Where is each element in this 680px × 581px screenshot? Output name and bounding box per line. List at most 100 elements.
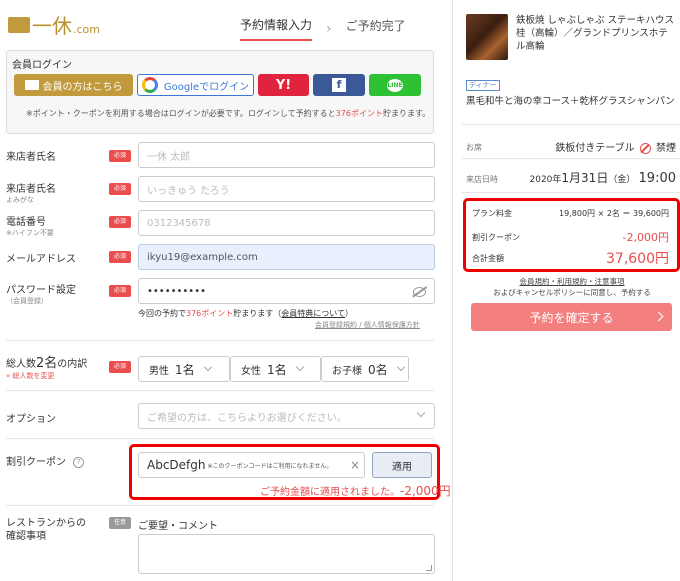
line-login-button[interactable]: LINE bbox=[369, 74, 421, 96]
password-note-points: 376ポイント bbox=[186, 309, 234, 318]
kana-label: 来店者氏名 よみがな bbox=[6, 180, 56, 205]
member-login-button[interactable]: 会員の方はこちら bbox=[14, 74, 133, 96]
confirm-button-label: 予約を確定する bbox=[529, 310, 614, 325]
yahoo-icon: Y! bbox=[275, 77, 292, 93]
facebook-icon: f bbox=[332, 78, 346, 92]
party-label: 総人数2名の内訳 » 総人数を変更 bbox=[6, 352, 87, 381]
password-sublabel: （会員登録） bbox=[6, 297, 48, 305]
divider bbox=[6, 505, 434, 506]
coupon-error-note: ※このクーポンコードはご利用になれません。 bbox=[207, 462, 333, 470]
required-badge: 必須 bbox=[109, 285, 131, 297]
required-badge: 必須 bbox=[109, 216, 131, 228]
password-note-prefix: 今回の予約で bbox=[138, 309, 186, 318]
coupon-applied-text: ご予約金額に適用されました。 bbox=[260, 487, 400, 498]
male-label: 男性 bbox=[149, 365, 169, 377]
required-badge: 必須 bbox=[109, 150, 131, 162]
female-label: 女性 bbox=[241, 365, 261, 377]
dinner-tag: ディナー bbox=[466, 80, 500, 91]
coupon-value: AbcDefgh bbox=[147, 458, 206, 472]
password-label: パスワード設定 （会員登録） bbox=[6, 281, 76, 306]
confirm-reservation-button[interactable]: 予約を確定する bbox=[471, 303, 672, 331]
phone-label: 電話番号 ※ハイフン不要 bbox=[6, 213, 54, 238]
required-badge: 必須 bbox=[109, 361, 131, 373]
resize-handle-icon[interactable] bbox=[426, 565, 432, 571]
ikyu-logo[interactable]: 一休 .com bbox=[8, 10, 100, 39]
smoking-status: 禁煙 bbox=[656, 143, 676, 154]
no-smoking-icon bbox=[639, 142, 651, 154]
male-value: 1名 bbox=[175, 362, 195, 377]
divider bbox=[6, 340, 434, 341]
comment-title: ご要望・コメント bbox=[138, 521, 218, 532]
change-party-link[interactable]: » 総人数を変更 bbox=[6, 371, 87, 381]
date-weekday: （金） bbox=[608, 175, 636, 185]
google-login-button[interactable]: Googleでログイン bbox=[137, 74, 254, 96]
comment-label: レストランからの 確認事項 bbox=[6, 517, 86, 543]
child-count-select[interactable]: お子様 0名 bbox=[321, 356, 409, 382]
logo-icon bbox=[24, 80, 39, 90]
divider bbox=[462, 124, 680, 125]
email-label: メールアドレス bbox=[6, 254, 76, 265]
email-input[interactable]: ikyu19@example.com bbox=[138, 244, 435, 270]
logo-icon bbox=[8, 17, 30, 33]
column-divider bbox=[452, 0, 453, 581]
child-label: お子様 bbox=[332, 365, 362, 377]
logo-domain: .com bbox=[73, 23, 100, 36]
coupon-label-text: 割引クーポン bbox=[6, 457, 66, 468]
login-title: 会員ログイン bbox=[12, 60, 72, 71]
coupon-discount-label: 割引クーポン bbox=[472, 233, 520, 242]
name-input[interactable]: 一休 太郎 bbox=[138, 142, 435, 168]
restaurant-name: 鉄板焼 しゃぶしゃぶ ステーキハウス 桂（高輪）／グランドプリンスホテル高輪 bbox=[516, 15, 675, 52]
step-complete: ご予約完了 bbox=[345, 19, 406, 33]
chevron-right-icon bbox=[653, 311, 664, 322]
line-icon: LINE bbox=[387, 78, 403, 92]
facebook-login-button[interactable]: f bbox=[313, 74, 365, 96]
kana-sublabel: よみがな bbox=[6, 196, 34, 204]
chevron-down-icon bbox=[203, 362, 212, 372]
course-name: 黒毛和牛と海の幸コース＋乾杯グラスシャンパン bbox=[466, 96, 675, 107]
phone-sublabel: ※ハイフン不要 bbox=[6, 229, 54, 237]
close-icon[interactable]: × bbox=[350, 458, 360, 472]
comment-textarea[interactable] bbox=[138, 534, 435, 574]
chevron-down-icon bbox=[416, 408, 426, 418]
date-time: 19:00 bbox=[638, 171, 676, 186]
option-select[interactable]: ご希望の方は、こちらよりお選びください。 bbox=[138, 403, 435, 429]
phone-input[interactable]: 0312345678 bbox=[138, 210, 435, 236]
yahoo-login-button[interactable]: Y! bbox=[258, 74, 309, 96]
coupon-label: 割引クーポン ? bbox=[6, 453, 85, 468]
kana-label-text: 来店者氏名 bbox=[6, 184, 56, 195]
terms-privacy-link[interactable]: 会員登録規約 / 個人情報保護方針 bbox=[315, 320, 420, 330]
child-value: 0名 bbox=[368, 362, 388, 377]
password-value: •••••••••• bbox=[147, 285, 206, 297]
plan-price-value: 19,800円 × 2名 ＝ 39,600円 bbox=[559, 209, 669, 218]
password-points-note: 今回の予約で376ポイント貯まります（会員特典について） bbox=[138, 308, 353, 319]
date-day: 31日 bbox=[581, 171, 609, 185]
seat-value: 鉄板付きテーブル 禁煙 bbox=[530, 139, 676, 154]
chevron-down-icon bbox=[295, 362, 304, 372]
name-label: 来店者氏名 bbox=[6, 152, 56, 163]
comment-label-line2: 確認事項 bbox=[6, 531, 46, 542]
login-note-points: 376ポイント bbox=[335, 109, 383, 118]
total-value: 37,600円 bbox=[606, 251, 669, 267]
total-label: 合計金額 bbox=[472, 254, 504, 263]
member-benefits-link[interactable]: 会員特典について bbox=[281, 309, 345, 318]
google-login-label: Googleでログイン bbox=[163, 81, 250, 93]
optional-badge: 任意 bbox=[109, 517, 131, 529]
terms-agree-text: およびキャンセルポリシーに同意し、予約する bbox=[493, 288, 651, 297]
plan-price-label: プラン料金 bbox=[472, 209, 512, 218]
kana-input[interactable]: いっきゅう たろう bbox=[138, 176, 435, 202]
eye-icon[interactable] bbox=[413, 287, 426, 297]
logo-text: 一休 bbox=[32, 14, 72, 38]
coupon-input[interactable]: AbcDefgh ※このクーポンコードはご利用になれません。 × bbox=[138, 452, 365, 478]
female-count-select[interactable]: 女性 1名 bbox=[230, 356, 321, 382]
coupon-applied-message: ご予約金額に適用されました。-2,000円 bbox=[260, 482, 451, 499]
date-month: 1月 bbox=[561, 171, 582, 185]
password-label-text: パスワード設定 bbox=[6, 285, 76, 296]
terms-links[interactable]: 会員規約・利用規約・注意事項 bbox=[520, 277, 625, 286]
coupon-apply-button[interactable]: 適用 bbox=[372, 452, 432, 478]
password-input[interactable]: •••••••••• bbox=[138, 278, 435, 304]
progress-steps: 予約情報入力 › ご予約完了 bbox=[240, 16, 406, 41]
help-icon[interactable]: ? bbox=[73, 456, 85, 468]
male-count-select[interactable]: 男性 1名 bbox=[138, 356, 230, 382]
female-value: 1名 bbox=[267, 362, 287, 377]
password-note-end: ） bbox=[345, 309, 354, 318]
